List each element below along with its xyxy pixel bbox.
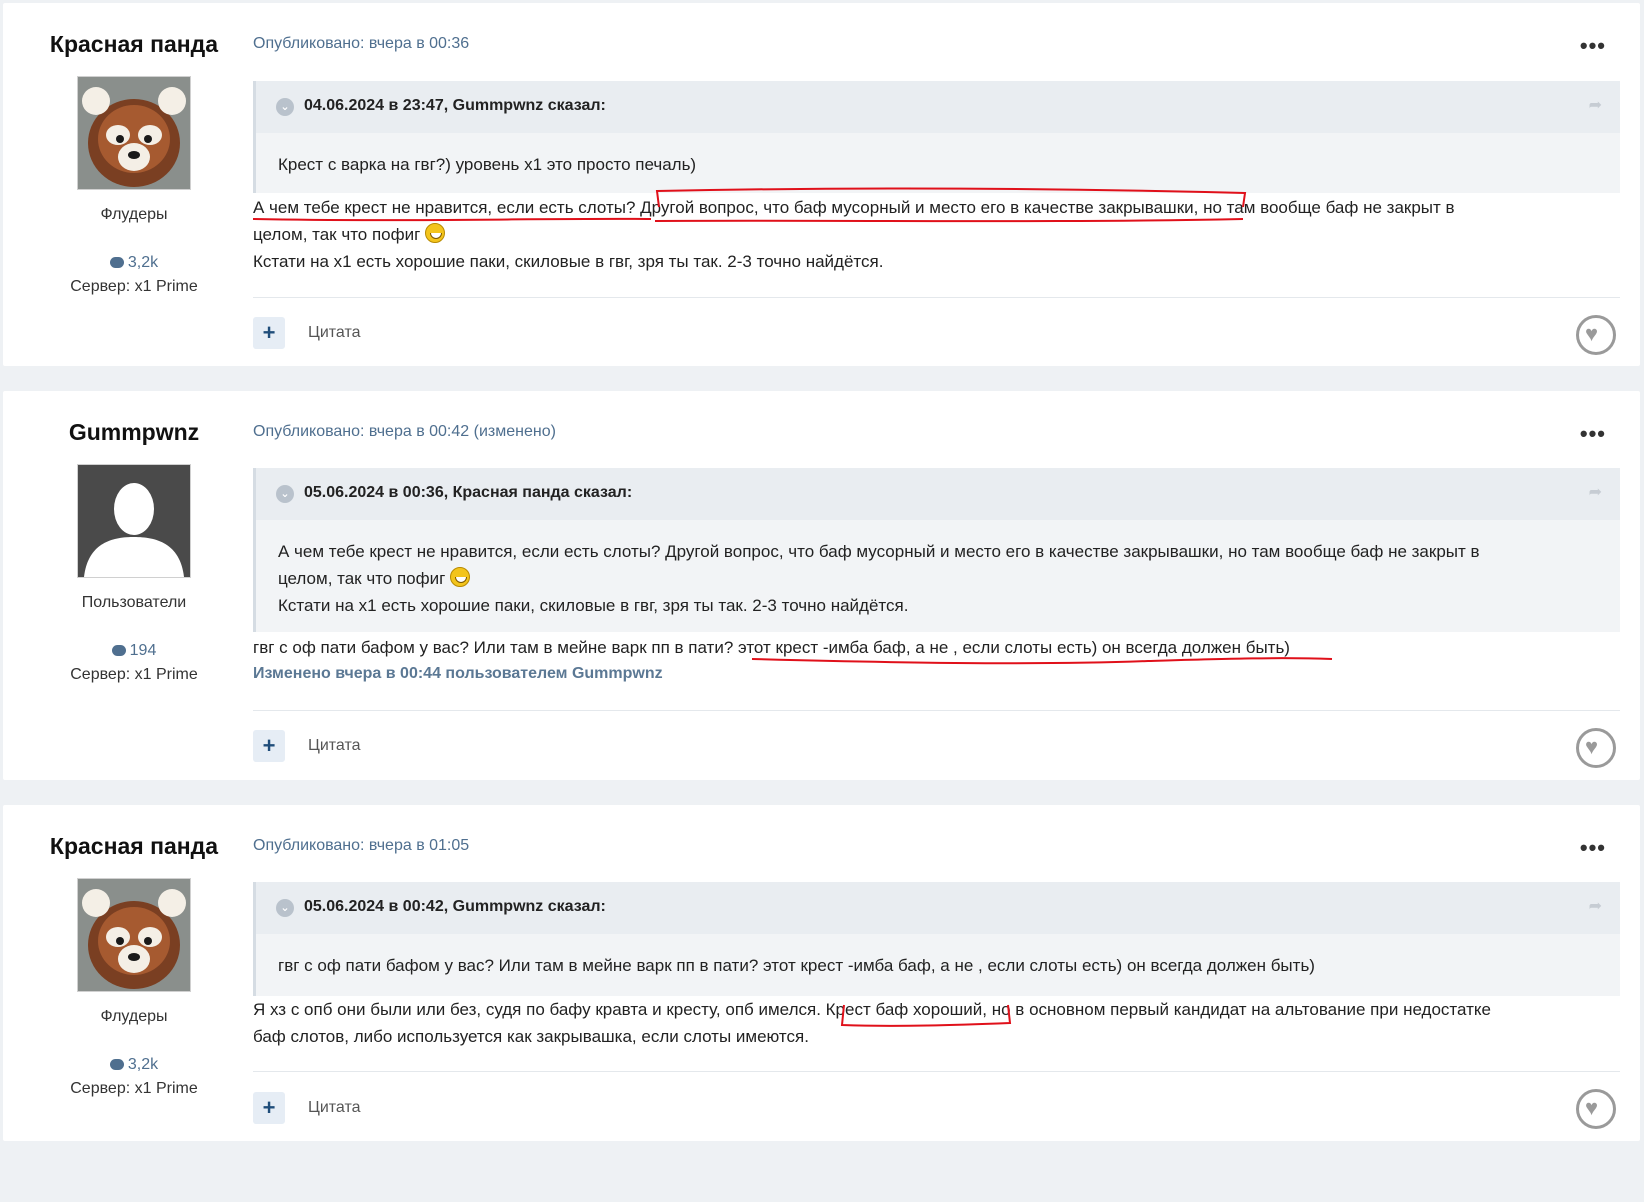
highlighted-phrase: Другой вопрос, что баф мусорный и место … (640, 198, 1194, 217)
quote-block: ⌄ 05.06.2024 в 00:42, Gummpwnz сказал: ➦… (253, 882, 1620, 996)
avatar[interactable] (77, 464, 191, 578)
server-info: Сервер: x1 Prime (70, 278, 198, 295)
quote-text: Крест с варка на гвг?) уровень x1 это пр… (278, 155, 697, 174)
author-panel: Красная панда Флудеры 3,2k Сервер: x1 Pr… (3, 805, 265, 1098)
quote-text: А чем тебе крест не нравится, если есть … (278, 542, 1480, 615)
quote-button[interactable]: Цитата (308, 1099, 361, 1117)
comment-bubble-icon (111, 645, 126, 656)
more-dots-icon[interactable]: ••• (1580, 421, 1606, 447)
avatar[interactable] (77, 76, 191, 190)
chevron-circle-icon[interactable]: ⌄ (276, 98, 294, 116)
quote-block: ⌄ 05.06.2024 в 00:36, Красная панда сказ… (253, 468, 1620, 632)
quote-button[interactable]: Цитата (308, 737, 361, 755)
multiquote-plus-button[interactable]: + (253, 730, 285, 762)
post-body: Я хз с опб они были или без, судя по баф… (253, 1000, 1491, 1046)
edited-note: Изменено вчера в 00:44 пользователем Gum… (253, 665, 663, 682)
multiquote-plus-button[interactable]: + (253, 317, 285, 349)
post-date[interactable]: Опубликовано: вчера в 01:05 (253, 837, 469, 855)
user-group: Флудеры (100, 1008, 168, 1025)
divider (253, 297, 1620, 298)
highlighted-phrase: этот крест -имба баф, а не , если слоты … (738, 638, 1290, 657)
post-date[interactable]: Опубликовано: вчера в 00:36 (253, 35, 469, 53)
comment-bubble-icon (109, 257, 124, 268)
author-name[interactable]: Gummpwnz (3, 419, 265, 446)
server-info: Сервер: x1 Prime (70, 666, 198, 683)
share-arrow-icon[interactable]: ➦ (1589, 896, 1602, 916)
quote-title[interactable]: 05.06.2024 в 00:36, Красная панда сказал… (304, 484, 632, 502)
author-panel: Gummpwnz Пользователи 194 Сервер: x1 Pri… (3, 391, 265, 684)
post-date[interactable]: Опубликовано: вчера в 00:42 (изменено) (253, 423, 556, 441)
author-name[interactable]: Красная панда (3, 833, 265, 860)
post-count[interactable]: 194 (3, 642, 265, 660)
divider (253, 710, 1620, 711)
quote-block: ⌄ 04.06.2024 в 23:47, Gummpwnz сказал: ➦… (253, 81, 1620, 193)
author-name[interactable]: Красная панда (3, 31, 265, 58)
grin-emoji-icon (450, 567, 471, 587)
like-button[interactable]: ♥ (1576, 315, 1616, 355)
post-3: Красная панда Флудеры 3,2k Сервер: x1 Pr… (3, 805, 1640, 1141)
quote-header: ⌄ 05.06.2024 в 00:36, Красная панда сказ… (256, 468, 1620, 520)
heart-icon: ♥ (1585, 1095, 1599, 1120)
post-count[interactable]: 3,2k (3, 254, 265, 272)
quote-title[interactable]: 05.06.2024 в 00:42, Gummpwnz сказал: (304, 898, 606, 916)
quote-button[interactable]: Цитата (308, 324, 361, 342)
multiquote-plus-button[interactable]: + (253, 1092, 285, 1124)
more-dots-icon[interactable]: ••• (1580, 33, 1606, 59)
avatar[interactable] (77, 878, 191, 992)
grin-emoji-icon (425, 223, 446, 243)
heart-icon: ♥ (1585, 734, 1599, 759)
post-1: Красная панда Флудеры 3,2k Сервер: x1 Pr… (3, 3, 1640, 366)
server-info: Сервер: x1 Prime (70, 1080, 198, 1097)
post-body: А чем тебе крест не нравится, если есть … (253, 198, 1455, 271)
quote-header: ⌄ 04.06.2024 в 23:47, Gummpwnz сказал: ➦ (256, 81, 1620, 133)
chevron-circle-icon[interactable]: ⌄ (276, 485, 294, 503)
post-count[interactable]: 3,2k (3, 1056, 265, 1074)
user-group: Пользователи (81, 594, 187, 611)
quote-text: гвг с оф пати бафом у вас? Или там в мей… (278, 956, 1315, 975)
comment-bubble-icon (109, 1059, 124, 1070)
share-arrow-icon[interactable]: ➦ (1589, 482, 1602, 502)
quote-header: ⌄ 05.06.2024 в 00:42, Gummpwnz сказал: ➦ (256, 882, 1620, 934)
post-body: гвг с оф пати бафом у вас? Или там в мей… (253, 638, 1290, 657)
like-button[interactable]: ♥ (1576, 1089, 1616, 1129)
highlighted-phrase: Крест баф хороший (825, 1000, 983, 1019)
chevron-circle-icon[interactable]: ⌄ (276, 899, 294, 917)
like-button[interactable]: ♥ (1576, 728, 1616, 768)
more-dots-icon[interactable]: ••• (1580, 835, 1606, 861)
quote-title[interactable]: 04.06.2024 в 23:47, Gummpwnz сказал: (304, 97, 606, 115)
post-2: Gummpwnz Пользователи 194 Сервер: x1 Pri… (3, 391, 1640, 780)
author-panel: Красная панда Флудеры 3,2k Сервер: x1 Pr… (3, 3, 265, 296)
share-arrow-icon[interactable]: ➦ (1589, 95, 1602, 115)
user-group: Флудеры (100, 206, 168, 223)
heart-icon: ♥ (1585, 321, 1599, 346)
divider (253, 1071, 1620, 1072)
